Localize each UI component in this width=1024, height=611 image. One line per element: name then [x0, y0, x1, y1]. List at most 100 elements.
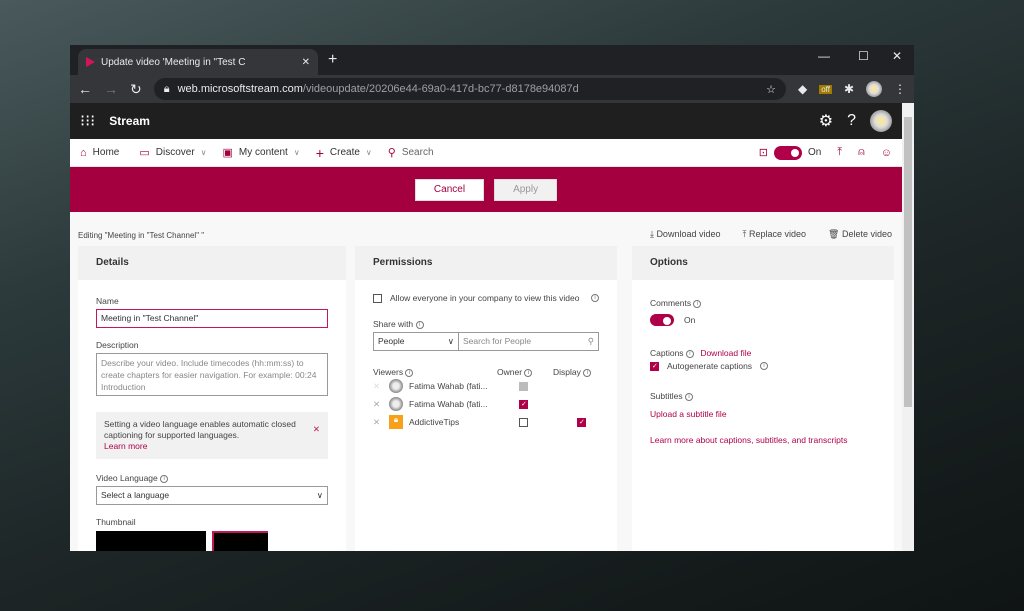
- options-panel: Options Comments i On Captions i Downloa…: [632, 246, 894, 551]
- viewers-label: Viewers: [373, 367, 404, 377]
- autogenerate-label: Autogenerate captions: [667, 361, 753, 371]
- info-icon: i: [405, 368, 414, 377]
- share-with-label: Share with: [373, 319, 414, 329]
- details-heading: Details: [78, 246, 346, 280]
- editing-title: Editing "Meeting in "Test Channel" ": [78, 231, 205, 240]
- learn-more-link[interactable]: Learn more: [104, 441, 147, 451]
- avatar: [389, 397, 403, 411]
- allow-everyone-checkbox[interactable]: [373, 294, 382, 303]
- display-checkbox[interactable]: [577, 418, 586, 428]
- plus-icon: +: [315, 144, 324, 161]
- chevron-down-icon: ∨: [447, 336, 454, 346]
- help-icon[interactable]: ?: [847, 112, 856, 130]
- download-video-button[interactable]: ⤓ Download video: [650, 229, 721, 240]
- cancel-button[interactable]: Cancel: [414, 178, 485, 201]
- video-actions: ⤓ Download video ⤒ Replace video 🗑︎ Dele…: [650, 229, 892, 240]
- video-language-select[interactable]: Select a language ∨: [96, 486, 328, 505]
- chevron-down-icon: ∨: [200, 148, 207, 157]
- nav-create[interactable]: Create: [330, 147, 360, 158]
- group-lock-icon: 🔒︎: [389, 415, 403, 429]
- delete-video-button[interactable]: 🗑︎ Delete video: [828, 229, 892, 240]
- subtitles-label: Subtitles: [650, 391, 683, 401]
- notification-icon[interactable]: ⊡: [759, 146, 768, 159]
- upload-subtitle-link[interactable]: Upload a subtitle file: [650, 409, 876, 419]
- info-icon: i: [160, 474, 169, 483]
- nav-home[interactable]: Home: [93, 147, 120, 158]
- comments-toggle[interactable]: [650, 314, 674, 326]
- action-bar: Cancel Apply: [70, 167, 902, 212]
- owner-checkbox: [519, 382, 528, 392]
- allow-everyone-label: Allow everyone in your company to view t…: [390, 293, 580, 303]
- viewer-name: AddictiveTips: [409, 417, 460, 427]
- viewport: ⁝⁝⁝ Stream ⚙ ? ⌂ Home ▭ Discover ∨ ▣ My cont…: [70, 45, 914, 551]
- thumbnail-label: Thumbnail: [96, 517, 136, 527]
- feature-toggle[interactable]: [773, 145, 802, 160]
- info-icon: i: [693, 299, 702, 308]
- search-people-input[interactable]: Search for People ⚲: [459, 332, 599, 351]
- upload-icon[interactable]: ⤒: [837, 146, 842, 159]
- my-content-icon: ▣: [222, 147, 233, 159]
- scrollbar[interactable]: [902, 103, 914, 551]
- nav-discover[interactable]: Discover: [156, 147, 195, 158]
- chevron-down-icon: ∨: [365, 148, 372, 157]
- avatar: [389, 379, 403, 393]
- viewer-row: ✕ Fatima Wahab (fati...: [373, 377, 599, 395]
- description-label: Description: [96, 340, 139, 350]
- thumbnail-selected[interactable]: [212, 531, 268, 551]
- toggle-label: On: [807, 147, 822, 158]
- app-title[interactable]: Stream: [109, 114, 150, 128]
- comments-label: Comments: [650, 298, 692, 308]
- remove-icon[interactable]: ✕: [373, 417, 383, 428]
- nav-my-content[interactable]: My content: [239, 147, 288, 158]
- page: ⁝⁝⁝ Stream ⚙ ? ⌂ Home ▭ Discover ∨ ▣ My cont…: [70, 103, 902, 551]
- app-launcher-icon[interactable]: ⁝⁝⁝: [80, 111, 95, 131]
- thumbnail[interactable]: [96, 531, 206, 551]
- info-icon: i: [583, 368, 592, 377]
- replace-video-button[interactable]: ⤒ Replace video: [742, 229, 806, 240]
- info-icon: i: [760, 362, 769, 370]
- person-icon[interactable]: ⍝: [858, 146, 865, 159]
- info-icon: i: [591, 294, 599, 302]
- info-icon: i: [685, 349, 694, 358]
- scrollbar-thumb[interactable]: [904, 117, 912, 407]
- display-label: Display: [553, 367, 581, 377]
- viewer-row: ✕ Fatima Wahab (fati...: [373, 395, 599, 413]
- details-panel: Details Name Meeting in "Test Channel" D…: [78, 246, 346, 551]
- user-avatar[interactable]: [870, 110, 892, 132]
- download-file-link[interactable]: Download file: [700, 348, 751, 358]
- viewer-name: Fatima Wahab (fati...: [409, 399, 488, 409]
- info-icon: i: [415, 320, 424, 329]
- search-input[interactable]: Search: [402, 147, 434, 158]
- permissions-heading: Permissions: [355, 246, 617, 280]
- home-icon: ⌂: [80, 146, 87, 159]
- stream-header: ⁝⁝⁝ Stream ⚙ ?: [70, 103, 902, 139]
- search-icon: ⚲: [587, 336, 594, 346]
- captions-label: Captions: [650, 348, 684, 358]
- chevron-down-icon: ∨: [293, 148, 300, 157]
- autogenerate-captions-checkbox[interactable]: [650, 361, 659, 371]
- search-icon: ⚲: [387, 147, 396, 159]
- remove-icon: ✕: [373, 380, 381, 391]
- viewer-row: ✕ 🔒︎ AddictiveTips: [373, 413, 599, 431]
- nav-bar: ⌂ Home ▭ Discover ∨ ▣ My content ∨ + Create ∨ ⚲…: [70, 139, 902, 167]
- apply-button[interactable]: Apply: [494, 178, 558, 201]
- video-language-label: Video Language: [96, 473, 158, 483]
- feedback-smiley-icon[interactable]: ☺: [881, 147, 892, 159]
- learn-more-captions-link[interactable]: Learn more about captions, subtitles, an…: [650, 435, 876, 445]
- discover-icon: ▭: [139, 147, 150, 159]
- name-field[interactable]: Meeting in "Test Channel": [96, 309, 328, 328]
- thumbnail-list: [96, 531, 328, 551]
- chevron-down-icon: ∨: [316, 490, 323, 500]
- owner-checkbox[interactable]: [519, 418, 528, 428]
- name-label: Name: [96, 296, 119, 306]
- permissions-panel: Permissions Allow everyone in your compa…: [355, 246, 617, 551]
- owner-checkbox[interactable]: [519, 400, 528, 410]
- info-icon: i: [684, 392, 693, 401]
- comments-state: On: [684, 315, 696, 325]
- description-field[interactable]: Describe your video. Include timecodes (…: [96, 353, 328, 396]
- remove-icon[interactable]: ✕: [373, 399, 383, 410]
- close-icon[interactable]: ✕: [313, 424, 320, 435]
- settings-gear-icon[interactable]: ⚙: [819, 111, 833, 131]
- language-note: Setting a video language enables automat…: [96, 412, 328, 459]
- share-type-select[interactable]: People ∨: [373, 332, 459, 351]
